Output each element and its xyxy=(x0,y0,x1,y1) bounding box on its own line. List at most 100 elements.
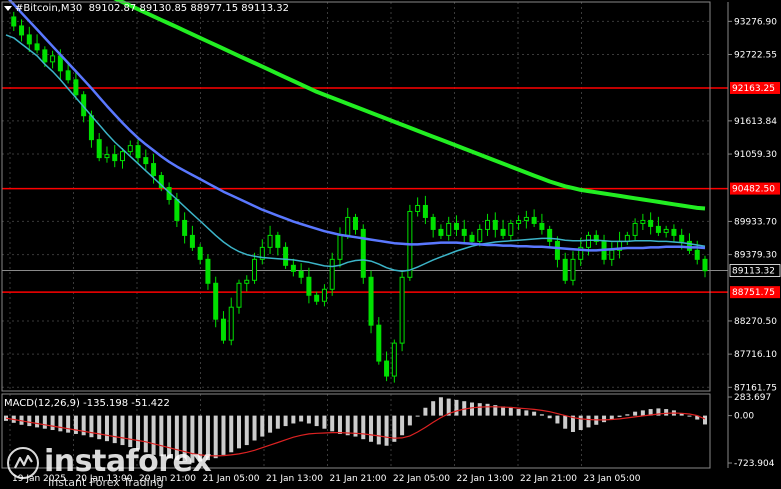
time-tick-label: 22 Jan 21:00 xyxy=(520,474,577,484)
macd-tick-label: 0.00 xyxy=(734,412,754,422)
macd-histogram-bar xyxy=(438,397,443,416)
candle-body xyxy=(189,234,195,248)
macd-histogram-bar xyxy=(640,410,645,416)
candle-body xyxy=(686,240,692,251)
level-price-label: 88751.75 xyxy=(732,288,775,298)
price-tick-label: 88270.50 xyxy=(734,317,777,327)
macd-histogram-bar xyxy=(361,415,366,440)
macd-histogram-bar xyxy=(376,415,381,445)
candle-body xyxy=(570,258,576,281)
candle-body xyxy=(11,16,17,27)
candle-body xyxy=(671,228,677,236)
horizontal-levels: 92163.25 90482.50 88751.75 89113.32 xyxy=(2,81,781,299)
watermark-brand: instaforex xyxy=(44,444,212,479)
macd-histogram-bar xyxy=(268,415,273,433)
price-candles xyxy=(11,11,708,383)
macd-histogram-bar xyxy=(563,415,568,429)
candle-body xyxy=(485,219,491,230)
candle-body xyxy=(624,234,630,242)
candle-body xyxy=(360,228,366,278)
candle-body xyxy=(182,219,188,236)
candle-body xyxy=(205,258,211,284)
macd-histogram-bar xyxy=(337,415,342,434)
price-tick-label: 89379.30 xyxy=(734,251,777,261)
macd-histogram-bar xyxy=(454,399,459,416)
candle-body xyxy=(609,249,615,260)
macd-histogram-bar xyxy=(345,415,350,436)
price-tick-label: 91613.84 xyxy=(734,117,777,127)
candle-body xyxy=(104,154,110,159)
candle-body xyxy=(655,225,661,233)
candle-body xyxy=(391,342,397,377)
macd-tick-label: 283.697 xyxy=(734,393,771,403)
macd-histogram-bar xyxy=(501,406,506,416)
time-tick-label: 21 Jan 13:00 xyxy=(266,474,323,484)
macd-histogram-bar xyxy=(237,415,241,449)
candle-body xyxy=(648,219,654,227)
macd-histogram-bar xyxy=(384,415,389,446)
candle-body xyxy=(252,258,258,281)
candle-body xyxy=(143,157,149,165)
macd-histogram-bar xyxy=(27,415,32,427)
chevron-down-icon[interactable] xyxy=(4,5,12,11)
current-price-label: 89113.32 xyxy=(732,267,775,277)
candle-body xyxy=(96,139,102,159)
candle-body xyxy=(632,222,638,236)
macd-histogram-bar xyxy=(687,415,692,417)
instaforex-logo-icon xyxy=(7,447,39,479)
macd-histogram-bar xyxy=(35,415,40,428)
candle-body xyxy=(376,324,382,362)
price-tick-label: 93276.90 xyxy=(734,17,777,27)
price-grid xyxy=(2,2,710,391)
macd-histogram-bar xyxy=(470,402,474,416)
candle-body xyxy=(267,234,273,248)
candle-body xyxy=(306,276,312,296)
candle-body xyxy=(151,163,157,177)
macd-histogram-bar xyxy=(50,415,55,431)
macd-histogram-bar xyxy=(128,415,133,448)
candle-body xyxy=(516,219,522,224)
macd-histogram-bar xyxy=(539,414,544,416)
macd-histogram-bar xyxy=(330,415,335,432)
macd-histogram-bar xyxy=(633,411,638,416)
price-tick-label: 89933.70 xyxy=(734,217,777,227)
macd-histogram-bar xyxy=(81,415,86,436)
macd-histogram-bar xyxy=(524,410,529,416)
candle-body xyxy=(586,234,591,248)
candle-body xyxy=(422,204,428,218)
candle-body xyxy=(34,43,40,51)
price-tick-label: 91059.30 xyxy=(734,150,777,160)
candle-body xyxy=(469,234,475,242)
macd-histogram-bar xyxy=(586,415,591,428)
candle-body xyxy=(539,222,545,230)
symbol-label: #Bitcoin,M30 xyxy=(15,3,83,14)
macd-histogram-bar xyxy=(97,415,102,440)
macd-histogram-bar xyxy=(314,415,319,427)
macd-histogram-bar xyxy=(104,415,109,442)
macd-histogram-bar xyxy=(602,415,607,423)
macd-histogram-bar xyxy=(42,415,47,429)
candle-body xyxy=(19,25,25,36)
macd-histogram-bar xyxy=(578,415,583,431)
macd-histogram-bar xyxy=(252,415,257,441)
candle-body xyxy=(415,204,421,212)
candle-body xyxy=(26,34,32,45)
macd-histogram-bar xyxy=(617,415,622,417)
candle-body xyxy=(236,282,242,308)
macd-histogram-bar xyxy=(516,409,521,416)
macd-histogram-bar xyxy=(423,407,428,416)
price-tick-label: 92722.55 xyxy=(734,51,777,61)
macd-histogram-bar xyxy=(260,415,265,437)
macd-histogram-bar xyxy=(664,409,669,416)
macd-histogram-bar xyxy=(66,415,71,433)
chart-header: #Bitcoin,M30 89102.87 89130.85 88977.15 … xyxy=(4,3,289,14)
candle-body xyxy=(384,360,390,377)
candle-body xyxy=(523,216,529,221)
candle-body xyxy=(531,216,537,224)
macd-histogram-bar xyxy=(244,415,249,446)
macd-histogram-bar xyxy=(58,415,63,432)
candle-body xyxy=(135,145,141,159)
macd-histogram-bar xyxy=(89,415,94,438)
macd-histogram-bar xyxy=(291,415,296,424)
candle-body xyxy=(399,276,405,344)
